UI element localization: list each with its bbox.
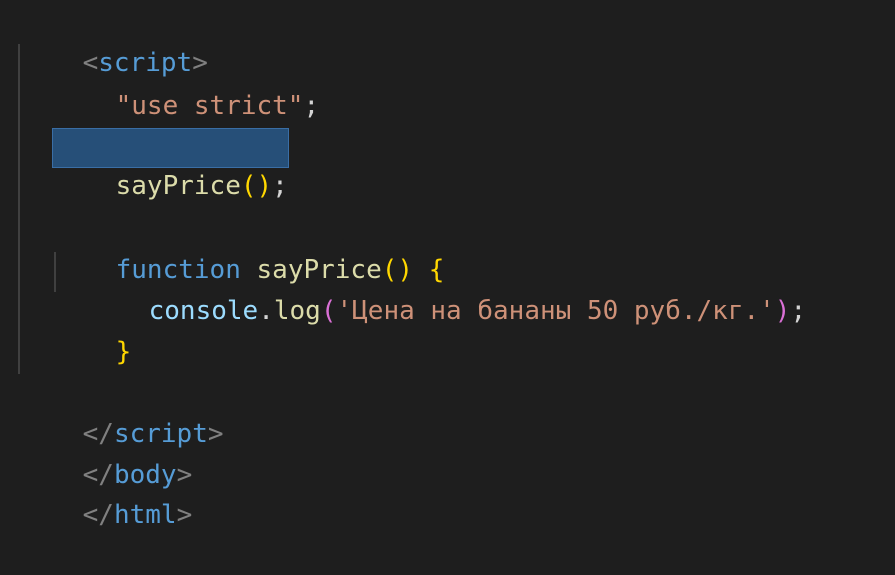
method-log: log xyxy=(273,296,321,326)
code-line-call-selected[interactable]: sayPrice(); xyxy=(52,128,289,201)
tag-bracket: > xyxy=(176,500,193,530)
code-editor[interactable]: <script> "use strict"; sayPrice(); funct… xyxy=(0,0,895,539)
semicolon: ; xyxy=(272,171,288,201)
function-call-name: sayPrice xyxy=(115,171,241,201)
semicolon: ; xyxy=(790,296,807,326)
paren-open: ( xyxy=(240,171,257,201)
tag-bracket: </ xyxy=(82,500,114,530)
paren-close: ) xyxy=(256,171,273,201)
tag-name: html xyxy=(113,500,177,530)
code-line-console-log[interactable]: console.log('Цена на бананы 50 руб./кг.'… xyxy=(86,251,806,326)
code-line-script-close[interactable]: </script> xyxy=(20,374,224,449)
code-line-function-decl[interactable]: function sayPrice() { xyxy=(53,210,445,285)
string-literal: 'Цена на бананы 50 руб./кг.' xyxy=(336,296,775,326)
code-line-use-strict[interactable]: "use strict"; xyxy=(53,46,320,121)
object-console: console xyxy=(148,296,259,326)
code-line-body-close[interactable]: </body> xyxy=(20,415,193,490)
brace-close: } xyxy=(115,337,132,367)
paren-open: ( xyxy=(320,296,337,326)
code-line-brace-close[interactable]: } xyxy=(53,292,132,367)
dot: . xyxy=(258,296,274,326)
string-directive: "use strict" xyxy=(115,91,304,121)
semicolon: ; xyxy=(303,91,320,121)
paren-close: ) xyxy=(774,296,791,326)
tag-bracket: > xyxy=(207,419,224,449)
code-line-script-open[interactable]: <script> xyxy=(20,3,208,78)
code-line-html-close[interactable]: </html> xyxy=(20,455,193,530)
